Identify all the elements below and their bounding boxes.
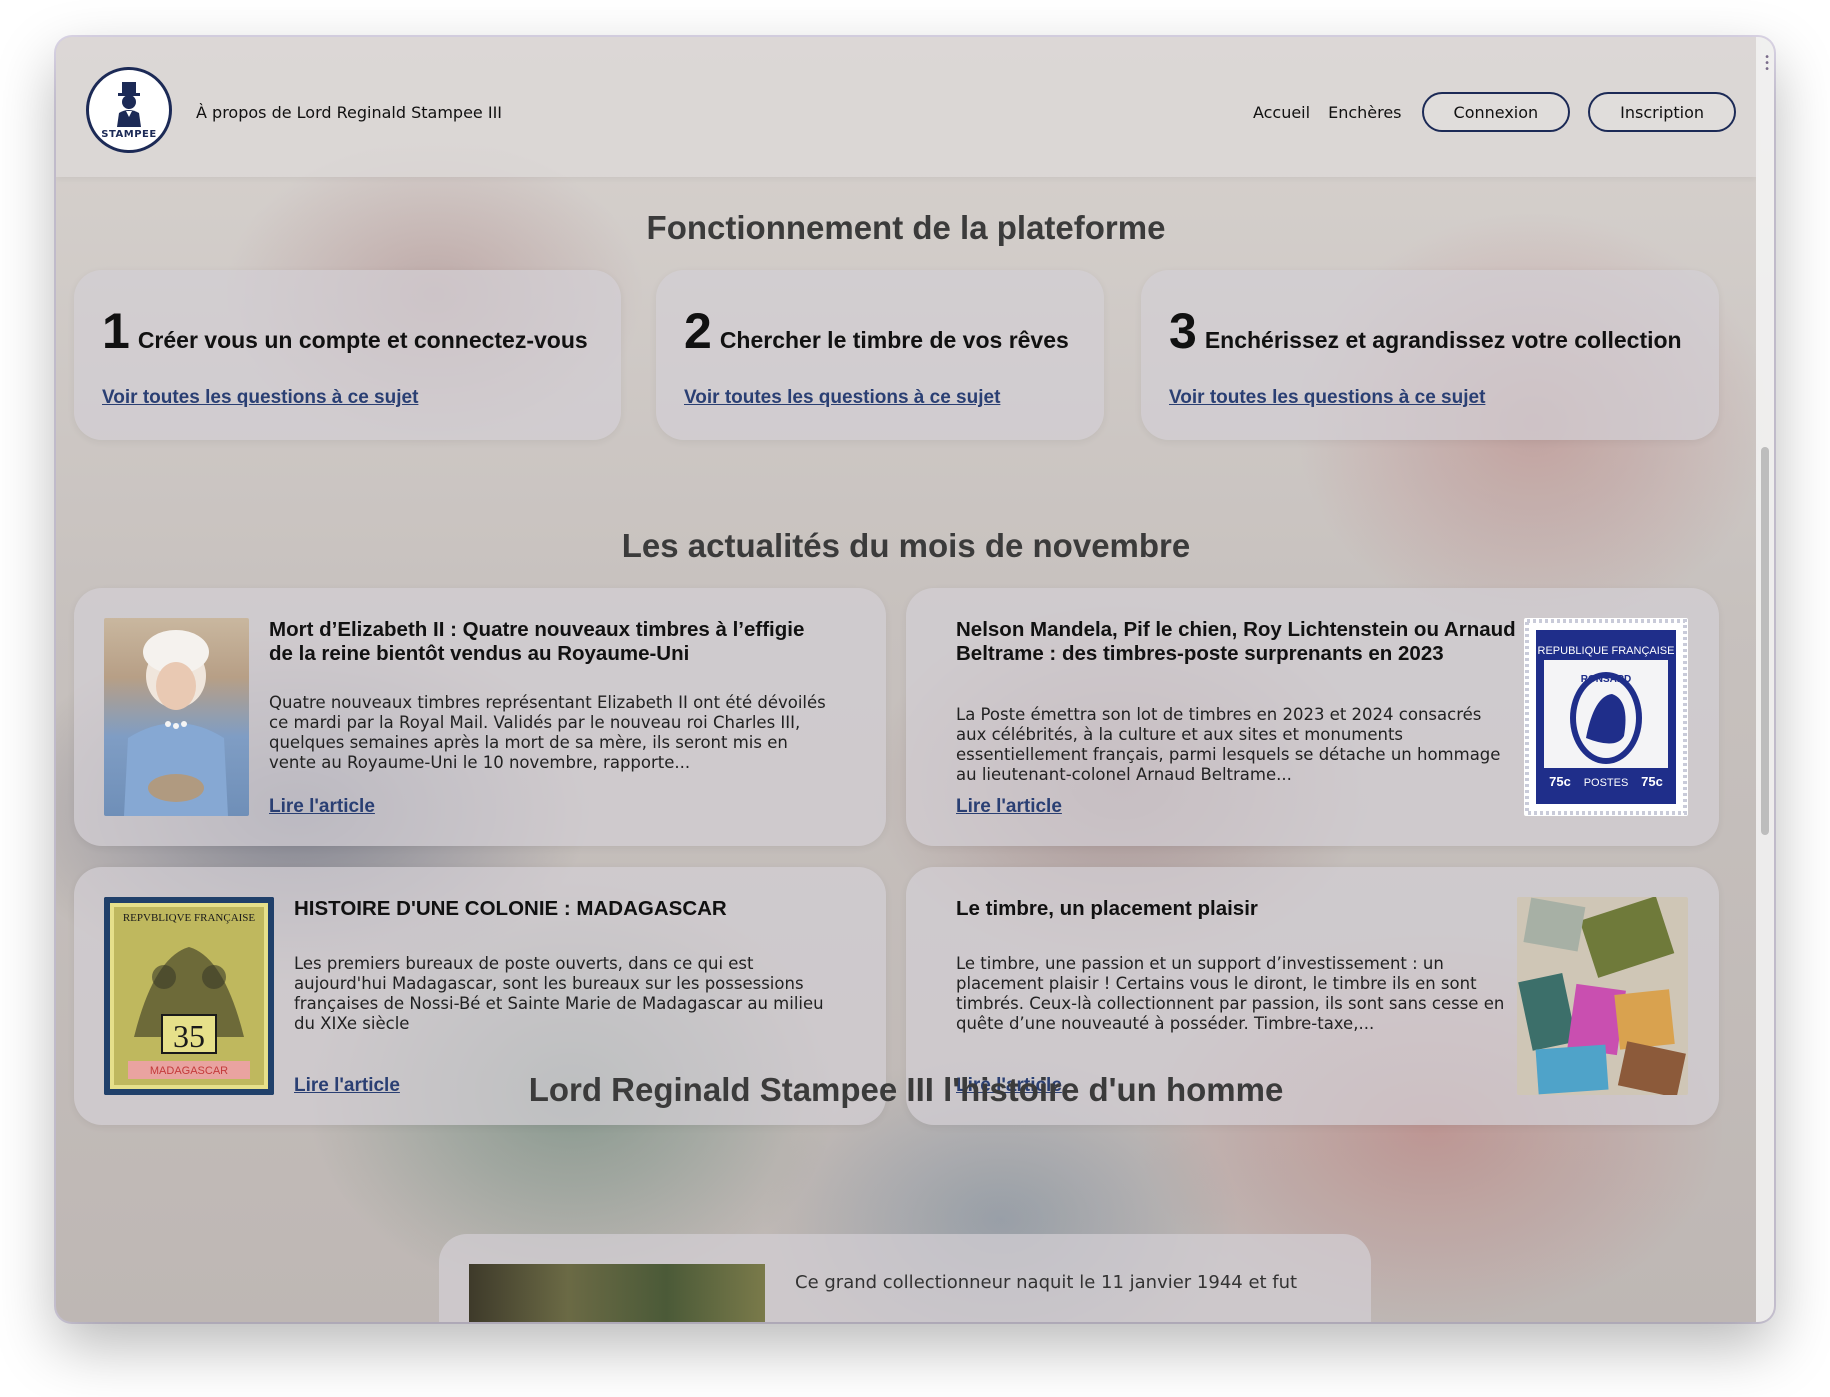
stamp-value-right: 75c [1641,774,1663,789]
signup-button[interactable]: Inscription [1588,92,1736,132]
about-link[interactable]: À propos de Lord Reginald Stampee III [196,103,502,122]
read-article-link[interactable]: Lire l'article [956,796,1062,818]
site-header: STAMPEE À propos de Lord Reginald Stampe… [56,37,1756,177]
step-questions-link[interactable]: Voir toutes les questions à ce sujet [1169,387,1485,409]
top-hat-gentleman-icon [117,81,141,127]
stamp-value-text: 35 [173,1018,205,1054]
queen-elizabeth-photo [104,618,249,816]
nav-auctions-link[interactable]: Enchères [1328,103,1401,122]
article-description: Le timbre, une passion et un support d’i… [956,954,1505,1033]
nav-home-link[interactable]: Accueil [1253,103,1310,122]
biography-section-title: Lord Reginald Stampee III l'histoire d'u… [528,1071,1284,1108]
biography-intro: Ce grand collectionneur naquit le 11 jan… [795,1272,1298,1293]
madagascar-stamp-image: REPVBLIQVE FRANÇAISE 35 MADAGASCAR [104,897,274,1095]
article-card: Mort d’Elizabeth II : Quatre nouveaux ti… [74,588,886,846]
article-card: Nelson Mandela, Pif le chien, Roy Lichte… [906,588,1719,846]
stamp-value-left: 75c [1549,774,1571,789]
stamp-bottom-text: POSTES [1584,777,1629,789]
step-label: Enchérissez et agrandissez votre collect… [1204,327,1682,353]
stamp-collection-photo [1517,897,1688,1095]
article-title: Le timbre, un placement plaisir [956,897,1258,920]
main-nav: Accueil Enchères Connexion Inscription [1253,92,1736,132]
madagascar-stamp-icon: REPVBLIQVE FRANÇAISE 35 MADAGASCAR [104,897,274,1095]
stamp-top-text: REPUBLIQUE FRANÇAISE [1538,645,1675,657]
ronsard-stamp-icon: REPUBLIQUE FRANÇAISE RONSARD 75c POSTES … [1525,619,1687,815]
ronsard-stamp-image: REPUBLIQUE FRANÇAISE RONSARD 75c POSTES … [1524,618,1688,816]
article-title: Nelson Mandela, Pif le chien, Roy Lichte… [956,618,1516,665]
article-description: Quatre nouveaux timbres représentant Eli… [269,693,826,772]
login-button[interactable]: Connexion [1421,92,1571,132]
article-title: Mort d’Elizabeth II : Quatre nouveaux ti… [269,618,805,665]
article-description: Les premiers bureaux de poste ouverts, d… [294,954,824,1033]
step-card-3: 3 Enchérissez et agrandissez votre colle… [1141,270,1719,440]
step-card-1: 1 Créer vous un compte et connectez-vous… [74,270,621,440]
step-number: 3 [1169,303,1197,359]
stamp-top-text: REPVBLIQVE FRANÇAISE [123,912,256,924]
read-article-link[interactable]: Lire l'article [269,796,375,818]
biography-photo [469,1264,765,1322]
scrollbar-thumb[interactable] [1761,447,1769,835]
step-card-2: 2 Chercher le timbre de vos rêves Voir t… [656,270,1104,440]
portrait-image-icon [124,630,228,816]
step-label: Chercher le timbre de vos rêves [719,327,1069,353]
article-description: La Poste émettra son lot de timbres en 2… [956,705,1501,784]
article-title: HISTOIRE D'UNE COLONIE : MADAGASCAR [294,897,727,920]
browser-window: STAMPEE À propos de Lord Reginald Stampe… [56,37,1774,1322]
step-questions-link[interactable]: Voir toutes les questions à ce sujet [102,387,418,409]
logo-text: STAMPEE [101,128,157,140]
step-number: 1 [102,303,130,359]
platform-section-title: Fonctionnement de la plateforme [646,209,1166,246]
vertical-scrollbar[interactable]: • • • [1756,37,1774,1322]
stamp-pile-icon [1517,897,1688,1095]
step-number: 2 [684,303,712,359]
more-icon: • • • [1764,52,1770,75]
stampee-logo[interactable]: STAMPEE [86,67,172,153]
stamp-name-text: RONSARD [1581,674,1632,685]
news-section-title: Les actualités du mois de novembre [621,527,1191,564]
biography-card: Ce grand collectionneur naquit le 11 jan… [439,1234,1371,1322]
step-questions-link[interactable]: Voir toutes les questions à ce sujet [684,387,1000,409]
step-label: Créer vous un compte et connectez-vous [137,327,588,353]
